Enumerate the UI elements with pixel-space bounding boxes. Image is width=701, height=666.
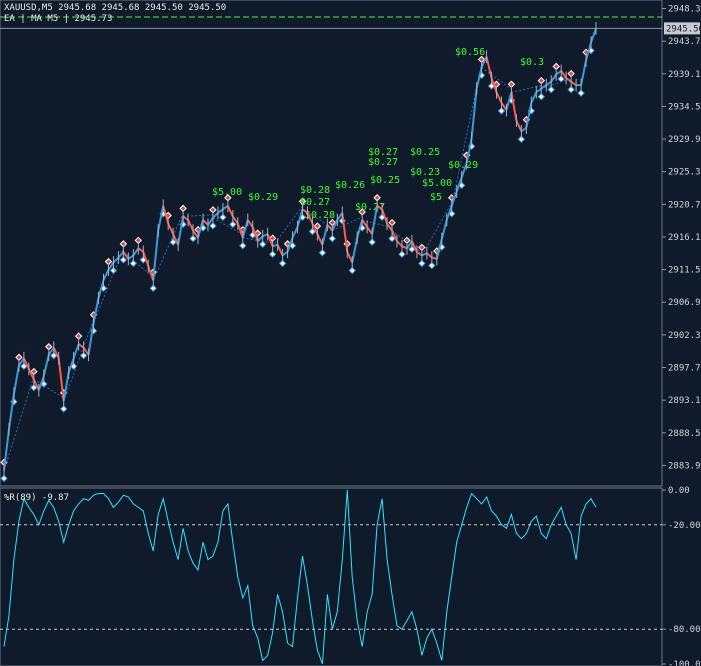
profit-label: $0.26 <box>335 180 365 191</box>
profit-label: $0.23 <box>410 167 440 178</box>
price-tick-label: 2948.30 <box>668 5 701 15</box>
price-segment <box>132 247 140 256</box>
price-segment <box>580 60 588 86</box>
price-segment <box>515 120 523 132</box>
profit-label: $0.27 <box>300 197 330 208</box>
price-segment <box>485 56 493 79</box>
price-segment <box>545 80 552 86</box>
price-segment <box>401 245 408 250</box>
price-segment <box>57 358 65 401</box>
price-tick-label: 2906.90 <box>668 298 701 308</box>
current-price-label: 2945.50 <box>666 24 701 34</box>
indicator-tick-label: -80.00 <box>668 625 701 635</box>
indicator-label: %R(89) -9.87 <box>4 493 69 503</box>
price-tick-label: 2911.50 <box>668 266 701 276</box>
price-segment <box>3 429 10 471</box>
price-segment <box>212 212 219 219</box>
profit-label: $0.25 <box>370 175 400 186</box>
price-segment <box>117 251 125 259</box>
ea-header: EA | MA M5 | 2945.73 <box>4 14 112 24</box>
trading-chart[interactable]: $0.56$0.3$0.27$0.27$0.25$0.23$5.00 $0.29$… <box>0 0 701 666</box>
price-segment <box>530 91 538 104</box>
price-segment <box>282 251 289 257</box>
price-segment <box>137 247 144 253</box>
symbol-header: XAUUSD,M5 2945.68 2945.68 2945.50 2945.5… <box>4 3 226 13</box>
price-tick-label: 2902.30 <box>668 331 701 341</box>
price-segment <box>316 233 324 246</box>
price-segment <box>351 237 359 263</box>
profit-label: $0.25 <box>410 147 440 158</box>
price-segment <box>326 224 334 232</box>
axes: 2948.30 2943.70 2939.10 2934.50 2929.90 2925.… <box>0 5 701 666</box>
price-series <box>3 21 597 477</box>
profit-label: $0.29 <box>448 160 478 171</box>
price-segment <box>72 343 80 359</box>
price-segment <box>341 212 349 252</box>
profit-label: $0.29 <box>248 192 278 203</box>
trade-markers <box>0 46 595 483</box>
profit-label: $5.00 <box>422 178 452 189</box>
price-tick-label: 2883.90 <box>668 461 701 471</box>
price-segment <box>396 240 403 247</box>
price-segment <box>92 297 100 324</box>
price-segment <box>565 77 572 83</box>
price-segment <box>187 219 194 232</box>
profit-label: $0.3 <box>520 57 544 68</box>
price-tick-label: 2893.10 <box>668 396 701 406</box>
price-segment <box>291 226 299 239</box>
price-tick-label: 2897.70 <box>668 364 701 374</box>
profit-label: $0.27 <box>368 157 398 168</box>
profit-label: $0.56 <box>455 47 485 58</box>
profit-label: $0.28 <box>300 185 330 196</box>
price-segment <box>510 92 518 121</box>
williams-r-line <box>3 489 597 665</box>
grid <box>0 0 663 666</box>
price-segment <box>226 205 234 217</box>
price-segment <box>42 354 50 377</box>
indicator-tick-label: 0.00 <box>668 486 690 496</box>
price-segment <box>62 372 70 402</box>
chart-window: $0.56 $0.3 $0.27 $0.27 $0.25 $0.23 $5.00 $0.29 $… <box>0 0 701 666</box>
price-tick-label: 2943.70 <box>668 37 701 47</box>
price-segment <box>321 224 329 246</box>
price-segment <box>570 80 577 86</box>
price-segment <box>7 393 15 430</box>
price-segment <box>520 126 527 133</box>
williams-r-series <box>3 489 597 665</box>
profit-label: $5.00 <box>212 187 242 198</box>
profit-label: $5 <box>430 192 442 203</box>
price-segment <box>470 88 478 139</box>
indicator-panel-frame <box>0 487 663 666</box>
price-segment <box>525 102 533 128</box>
profit-labels: $0.56$0.3$0.27$0.27$0.25$0.23$5.00 $0.29$… <box>212 47 544 221</box>
price-segment <box>177 216 185 245</box>
price-segment <box>78 343 85 349</box>
price-segment <box>87 322 95 355</box>
indicator-tick-label: -20.00 <box>668 521 701 531</box>
price-tick-label: 2929.90 <box>668 135 701 145</box>
price-segment <box>217 208 224 214</box>
price-segment <box>550 73 558 83</box>
price-tick-label: 2925.30 <box>668 168 701 178</box>
price-tick-label: 2934.50 <box>668 102 701 112</box>
price-segment <box>157 205 165 231</box>
price-segment <box>202 219 209 226</box>
price-segment <box>167 223 175 235</box>
indicator-tick-label: -100.00 <box>668 660 701 666</box>
price-segment <box>440 219 448 240</box>
price-segment <box>276 244 284 256</box>
price-segment <box>346 251 354 263</box>
price-segment <box>12 365 20 394</box>
price-tick-label: 2916.10 <box>668 233 701 243</box>
price-segment <box>590 28 597 43</box>
price-segment <box>535 87 542 94</box>
price-tick-label: 2888.50 <box>668 429 701 439</box>
price-tick-label: 2939.10 <box>668 70 701 80</box>
price-segment <box>102 269 110 281</box>
price-segment <box>246 219 254 228</box>
price-segment <box>495 91 503 104</box>
price-segment <box>182 215 189 221</box>
price-tick-label: 2920.70 <box>668 200 701 210</box>
price-segment <box>426 252 433 259</box>
